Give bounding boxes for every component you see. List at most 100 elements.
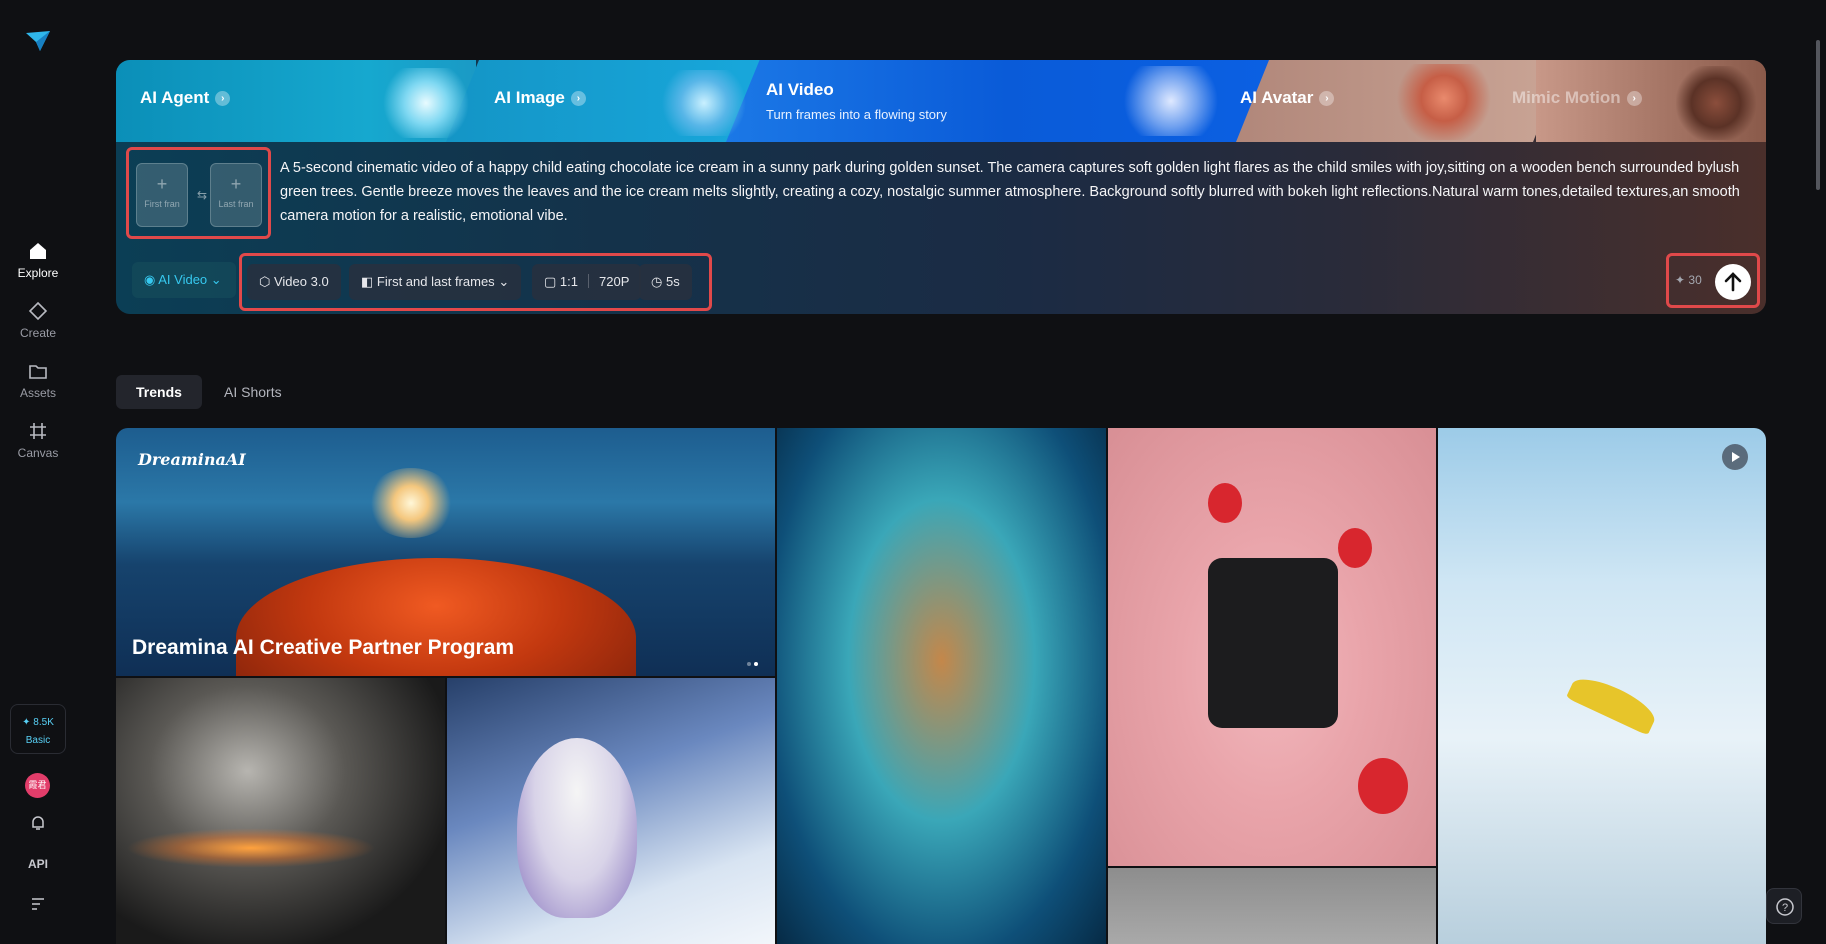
tab-label: AI Avatar <box>1240 88 1314 107</box>
credit-cost: ✦ 30 <box>1675 273 1702 287</box>
tab-ai-avatar[interactable]: AI Avatar › <box>1240 88 1335 108</box>
sidebar-item-label: Canvas <box>17 446 59 460</box>
plus-icon: + <box>230 174 242 194</box>
help-button[interactable]: ? <box>1766 888 1802 924</box>
dreamina-logo-icon[interactable] <box>24 27 52 55</box>
credits-amount: 8.5K <box>33 717 54 728</box>
video-illustration <box>1116 66 1226 136</box>
tab-label: AI Image <box>494 88 565 107</box>
first-frame-upload[interactable]: + First fran <box>136 163 188 227</box>
tab-label: AI Video <box>766 80 834 99</box>
notifications-bell[interactable] <box>0 814 76 835</box>
sidebar-item-explore[interactable]: Explore <box>0 240 76 280</box>
media-card[interactable] <box>447 678 775 944</box>
media-card[interactable] <box>777 428 1106 944</box>
agent-illustration <box>376 68 476 138</box>
first-frame-label: First fran <box>144 199 180 209</box>
frames-icon: ◧ <box>361 274 374 289</box>
tab-ai-shorts[interactable]: AI Shorts <box>204 375 302 409</box>
paraglider <box>1565 670 1661 736</box>
dreamina-brand-logo: DreaminaAI <box>138 450 246 469</box>
banner-sun <box>366 468 456 538</box>
sparkle-icon: ✦ <box>1675 273 1686 287</box>
square-icon: ▢ <box>544 274 557 289</box>
tab-label: Mimic Motion <box>1512 88 1621 107</box>
media-card[interactable] <box>1438 428 1766 944</box>
plan-label: Basic <box>25 735 51 746</box>
play-icon <box>1732 452 1740 462</box>
cost-value: 30 <box>1688 273 1702 287</box>
duration-selector[interactable]: ◷ 5s <box>639 264 692 300</box>
chevron-down-icon: ⌄ <box>498 274 510 289</box>
strawberry <box>1338 528 1372 568</box>
feature-tabs: AI Agent › AI Image › AI Video Turn frames… <box>116 60 1766 142</box>
last-frame-label: Last fran <box>218 199 254 209</box>
prompt-input[interactable]: A 5-second cinematic video of a happy ch… <box>280 156 1746 228</box>
strawberry <box>1208 483 1242 523</box>
chevron-right-icon: › <box>1626 91 1642 106</box>
play-button[interactable] <box>1722 444 1748 470</box>
tab-ai-video[interactable]: AI Video <box>766 80 834 100</box>
video-mode-icon: ◉ <box>144 272 156 287</box>
tab-label: AI Agent <box>140 88 210 107</box>
model-selector[interactable]: ⬡ Video 3.0 <box>247 264 341 300</box>
help-icon: ? <box>1776 898 1794 916</box>
frames-mode-label: First and last frames <box>376 274 495 289</box>
chevron-right-icon: › <box>1319 91 1335 106</box>
tab-ai-agent[interactable]: AI Agent › <box>140 88 231 108</box>
media-card[interactable] <box>1108 868 1436 944</box>
sidebar-item-label: Create <box>19 326 57 340</box>
folder-icon <box>29 365 47 379</box>
resolution-label: 720P <box>599 274 630 289</box>
media-card[interactable] <box>116 678 445 944</box>
chevron-right-icon: › <box>215 91 231 106</box>
media-card[interactable] <box>1108 428 1436 866</box>
submit-area: ✦ 30 <box>1666 253 1760 308</box>
sparkle-icon: ✦ <box>22 717 31 728</box>
banner-title: Dreamina AI Creative Partner Program <box>132 636 515 659</box>
tab-ai-image[interactable]: AI Image › <box>494 88 586 108</box>
arrow-up-icon <box>1724 272 1742 292</box>
carousel-dots[interactable] <box>744 653 758 671</box>
mode-selector[interactable]: ◉ AI Video ⌄ <box>132 262 236 298</box>
generation-options: ⬡ Video 3.0 ◧ First and last frames ⌄ ▢ … <box>239 253 712 311</box>
frames-mode-selector[interactable]: ◧ First and last frames ⌄ <box>349 264 522 300</box>
bell-icon <box>32 816 44 830</box>
cube-icon: ⬡ <box>259 274 271 289</box>
tab-trends[interactable]: Trends <box>116 375 202 409</box>
clock-icon: ◷ <box>651 274 663 289</box>
avatar-illustration <box>1394 64 1494 140</box>
canvas-icon <box>30 423 46 439</box>
sidebar-item-canvas[interactable]: Canvas <box>0 420 76 460</box>
home-icon <box>30 243 46 259</box>
sidebar-item-assets[interactable]: Assets <box>0 360 76 400</box>
frame-uploads: + First fran ⇆ + Last fran <box>126 147 271 239</box>
duration-label: 5s <box>665 274 680 289</box>
image-illustration <box>656 70 752 136</box>
motion-illustration <box>1676 66 1756 140</box>
mode-label: AI Video <box>158 272 208 287</box>
content-grid: DreaminaAI Dreamina AI Creative Partner … <box>116 428 1766 944</box>
avatar[interactable]: 霞君 <box>25 773 50 798</box>
sidebar-item-label: Assets <box>19 386 56 400</box>
generate-button[interactable] <box>1715 264 1751 300</box>
light-streak <box>126 828 376 868</box>
page-scrollbar[interactable] <box>1816 40 1820 190</box>
plus-icon: + <box>156 174 168 194</box>
credits-badge[interactable]: ✦ 8.5K Basic <box>10 704 66 754</box>
chevron-down-icon: ⌄ <box>210 272 222 287</box>
tab-mimic-motion[interactable]: Mimic Motion › <box>1512 88 1642 108</box>
banner-card[interactable]: DreaminaAI Dreamina AI Creative Partner … <box>116 428 775 676</box>
menu-button[interactable] <box>0 896 76 915</box>
api-link[interactable]: API <box>0 857 76 871</box>
ratio-resolution-selector[interactable]: ▢ 1:1 720P <box>532 264 642 300</box>
last-frame-upload[interactable]: + Last fran <box>210 163 262 227</box>
menu-icon <box>32 898 44 910</box>
ratio-label: 1:1 <box>559 274 578 289</box>
sidebar: Explore Create Assets Canvas ✦ 8.5K Basi… <box>0 0 76 944</box>
swap-icon[interactable]: ⇆ <box>197 188 207 202</box>
sidebar-item-label: Explore <box>17 266 59 280</box>
strawberry <box>1358 758 1408 814</box>
sidebar-item-create[interactable]: Create <box>0 300 76 340</box>
bear-figure <box>517 738 637 918</box>
